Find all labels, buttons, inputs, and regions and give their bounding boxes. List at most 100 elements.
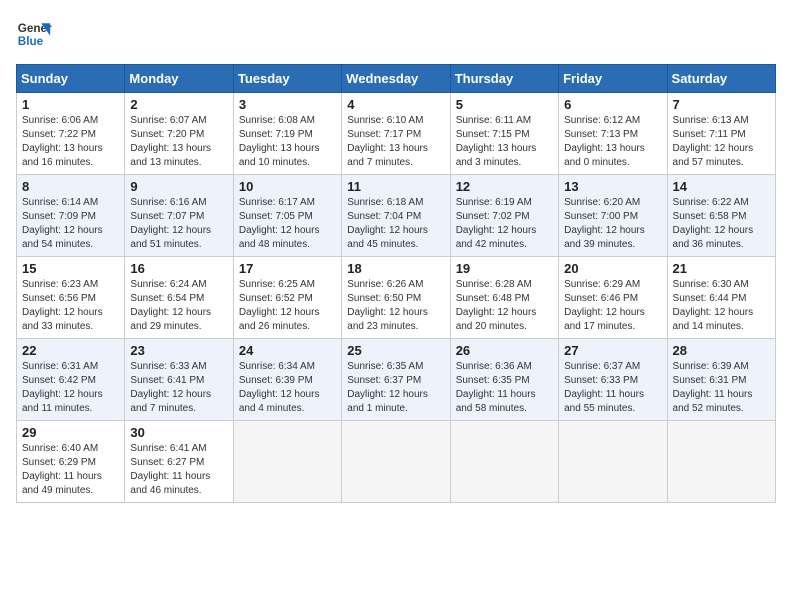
calendar-cell: 15 Sunrise: 6:23 AMSunset: 6:56 PMDayligh… <box>17 257 125 339</box>
calendar-cell: 1 Sunrise: 6:06 AMSunset: 7:22 PMDaylight… <box>17 93 125 175</box>
calendar-cell: 19Sunrise: 6:28 AMSunset: 6:48 PMDayligh… <box>450 257 558 339</box>
calendar-cell <box>559 421 667 503</box>
day-info: Sunrise: 6:12 AMSunset: 7:13 PMDaylight:… <box>564 114 661 170</box>
day-info: Sunrise: 6:18 AMSunset: 7:04 PMDaylight:… <box>347 196 444 252</box>
calendar-cell: 7 Sunrise: 6:13 AMSunset: 7:11 PMDaylight… <box>667 93 775 175</box>
day-number: 23 <box>130 343 227 358</box>
day-info: Sunrise: 6:14 AMSunset: 7:09 PMDaylight:… <box>22 196 119 252</box>
col-header-sunday: Sunday <box>17 65 125 93</box>
week-row-3: 22 Sunrise: 6:31 AMSunset: 6:42 PMDayligh… <box>17 339 776 421</box>
calendar-cell: 22 Sunrise: 6:31 AMSunset: 6:42 PMDayligh… <box>17 339 125 421</box>
day-info: Sunrise: 6:39 AMSunset: 6:31 PMDaylight:… <box>673 360 770 416</box>
day-info: Sunrise: 6:20 AMSunset: 7:00 PMDaylight:… <box>564 196 661 252</box>
calendar-cell: 20Sunrise: 6:29 AMSunset: 6:46 PMDayligh… <box>559 257 667 339</box>
day-number: 10 <box>239 179 336 194</box>
calendar-cell: 4 Sunrise: 6:10 AMSunset: 7:17 PMDaylight… <box>342 93 450 175</box>
calendar-cell: 21 Sunrise: 6:30 AMSunset: 6:44 PMDayligh… <box>667 257 775 339</box>
day-number: 25 <box>347 343 444 358</box>
day-info: Sunrise: 6:29 AMSunset: 6:46 PMDaylight:… <box>564 278 661 334</box>
week-row-4: 29Sunrise: 6:40 AMSunset: 6:29 PMDayligh… <box>17 421 776 503</box>
logo: General Blue <box>16 16 52 52</box>
day-info: Sunrise: 6:19 AMSunset: 7:02 PMDaylight:… <box>456 196 553 252</box>
day-number: 11 <box>347 179 444 194</box>
day-number: 8 <box>22 179 119 194</box>
col-header-monday: Monday <box>125 65 233 93</box>
col-header-friday: Friday <box>559 65 667 93</box>
calendar-cell: 24Sunrise: 6:34 AMSunset: 6:39 PMDayligh… <box>233 339 341 421</box>
day-info: Sunrise: 6:26 AMSunset: 6:50 PMDaylight:… <box>347 278 444 334</box>
day-info: Sunrise: 6:10 AMSunset: 7:17 PMDaylight:… <box>347 114 444 170</box>
calendar-cell: 28 Sunrise: 6:39 AMSunset: 6:31 PMDayligh… <box>667 339 775 421</box>
day-info: Sunrise: 6:35 AMSunset: 6:37 PMDaylight:… <box>347 360 444 416</box>
day-info: Sunrise: 6:30 AMSunset: 6:44 PMDaylight:… <box>673 278 770 334</box>
calendar-cell: 17Sunrise: 6:25 AMSunset: 6:52 PMDayligh… <box>233 257 341 339</box>
day-info: Sunrise: 6:37 AMSunset: 6:33 PMDaylight:… <box>564 360 661 416</box>
calendar-cell: 3 Sunrise: 6:08 AMSunset: 7:19 PMDaylight… <box>233 93 341 175</box>
day-info: Sunrise: 6:06 AMSunset: 7:22 PMDaylight:… <box>22 114 119 170</box>
col-header-wednesday: Wednesday <box>342 65 450 93</box>
day-number: 29 <box>22 425 119 440</box>
week-row-0: 1 Sunrise: 6:06 AMSunset: 7:22 PMDaylight… <box>17 93 776 175</box>
calendar-cell: 5 Sunrise: 6:11 AMSunset: 7:15 PMDaylight… <box>450 93 558 175</box>
day-number: 7 <box>673 97 770 112</box>
day-info: Sunrise: 6:22 AMSunset: 6:58 PMDaylight:… <box>673 196 770 252</box>
calendar-cell: 29Sunrise: 6:40 AMSunset: 6:29 PMDayligh… <box>17 421 125 503</box>
day-number: 17 <box>239 261 336 276</box>
calendar-cell: 14Sunrise: 6:22 AMSunset: 6:58 PMDayligh… <box>667 175 775 257</box>
day-number: 13 <box>564 179 661 194</box>
calendar-cell <box>667 421 775 503</box>
day-number: 21 <box>673 261 770 276</box>
day-number: 4 <box>347 97 444 112</box>
day-number: 22 <box>22 343 119 358</box>
day-number: 15 <box>22 261 119 276</box>
page-header: General Blue <box>16 16 776 52</box>
day-info: Sunrise: 6:23 AMSunset: 6:56 PMDaylight:… <box>22 278 119 334</box>
day-info: Sunrise: 6:13 AMSunset: 7:11 PMDaylight:… <box>673 114 770 170</box>
day-info: Sunrise: 6:08 AMSunset: 7:19 PMDaylight:… <box>239 114 336 170</box>
calendar-cell <box>233 421 341 503</box>
calendar-cell: 18 Sunrise: 6:26 AMSunset: 6:50 PMDayligh… <box>342 257 450 339</box>
calendar-cell: 26 Sunrise: 6:36 AMSunset: 6:35 PMDayligh… <box>450 339 558 421</box>
header-row: SundayMondayTuesdayWednesdayThursdayFrid… <box>17 65 776 93</box>
day-number: 18 <box>347 261 444 276</box>
week-row-2: 15 Sunrise: 6:23 AMSunset: 6:56 PMDayligh… <box>17 257 776 339</box>
calendar-cell: 10 Sunrise: 6:17 AMSunset: 7:05 PMDayligh… <box>233 175 341 257</box>
calendar-cell: 27 Sunrise: 6:37 AMSunset: 6:33 PMDayligh… <box>559 339 667 421</box>
calendar-cell: 11 Sunrise: 6:18 AMSunset: 7:04 PMDayligh… <box>342 175 450 257</box>
day-number: 26 <box>456 343 553 358</box>
day-info: Sunrise: 6:31 AMSunset: 6:42 PMDaylight:… <box>22 360 119 416</box>
calendar-cell <box>450 421 558 503</box>
svg-text:Blue: Blue <box>18 35 44 48</box>
day-number: 1 <box>22 97 119 112</box>
day-number: 12 <box>456 179 553 194</box>
day-info: Sunrise: 6:24 AMSunset: 6:54 PMDaylight:… <box>130 278 227 334</box>
day-number: 3 <box>239 97 336 112</box>
calendar-cell: 25 Sunrise: 6:35 AMSunset: 6:37 PMDayligh… <box>342 339 450 421</box>
day-number: 28 <box>673 343 770 358</box>
day-info: Sunrise: 6:17 AMSunset: 7:05 PMDaylight:… <box>239 196 336 252</box>
calendar-cell: 9Sunrise: 6:16 AMSunset: 7:07 PMDaylight… <box>125 175 233 257</box>
calendar-cell: 8 Sunrise: 6:14 AMSunset: 7:09 PMDaylight… <box>17 175 125 257</box>
logo-icon: General Blue <box>16 16 52 52</box>
calendar-cell: 12 Sunrise: 6:19 AMSunset: 7:02 PMDayligh… <box>450 175 558 257</box>
calendar-cell: 2 Sunrise: 6:07 AMSunset: 7:20 PMDaylight… <box>125 93 233 175</box>
day-info: Sunrise: 6:11 AMSunset: 7:15 PMDaylight:… <box>456 114 553 170</box>
week-row-1: 8 Sunrise: 6:14 AMSunset: 7:09 PMDaylight… <box>17 175 776 257</box>
day-info: Sunrise: 6:33 AMSunset: 6:41 PMDaylight:… <box>130 360 227 416</box>
calendar-table: SundayMondayTuesdayWednesdayThursdayFrid… <box>16 64 776 503</box>
calendar-cell: 13 Sunrise: 6:20 AMSunset: 7:00 PMDayligh… <box>559 175 667 257</box>
day-number: 24 <box>239 343 336 358</box>
calendar-cell: 30 Sunrise: 6:41 AMSunset: 6:27 PMDayligh… <box>125 421 233 503</box>
day-info: Sunrise: 6:07 AMSunset: 7:20 PMDaylight:… <box>130 114 227 170</box>
day-number: 30 <box>130 425 227 440</box>
day-number: 6 <box>564 97 661 112</box>
day-number: 5 <box>456 97 553 112</box>
calendar-cell: 6 Sunrise: 6:12 AMSunset: 7:13 PMDaylight… <box>559 93 667 175</box>
col-header-thursday: Thursday <box>450 65 558 93</box>
day-number: 2 <box>130 97 227 112</box>
calendar-cell: 23 Sunrise: 6:33 AMSunset: 6:41 PMDayligh… <box>125 339 233 421</box>
day-info: Sunrise: 6:41 AMSunset: 6:27 PMDaylight:… <box>130 442 227 498</box>
day-info: Sunrise: 6:36 AMSunset: 6:35 PMDaylight:… <box>456 360 553 416</box>
day-info: Sunrise: 6:16 AMSunset: 7:07 PMDaylight:… <box>130 196 227 252</box>
day-number: 27 <box>564 343 661 358</box>
